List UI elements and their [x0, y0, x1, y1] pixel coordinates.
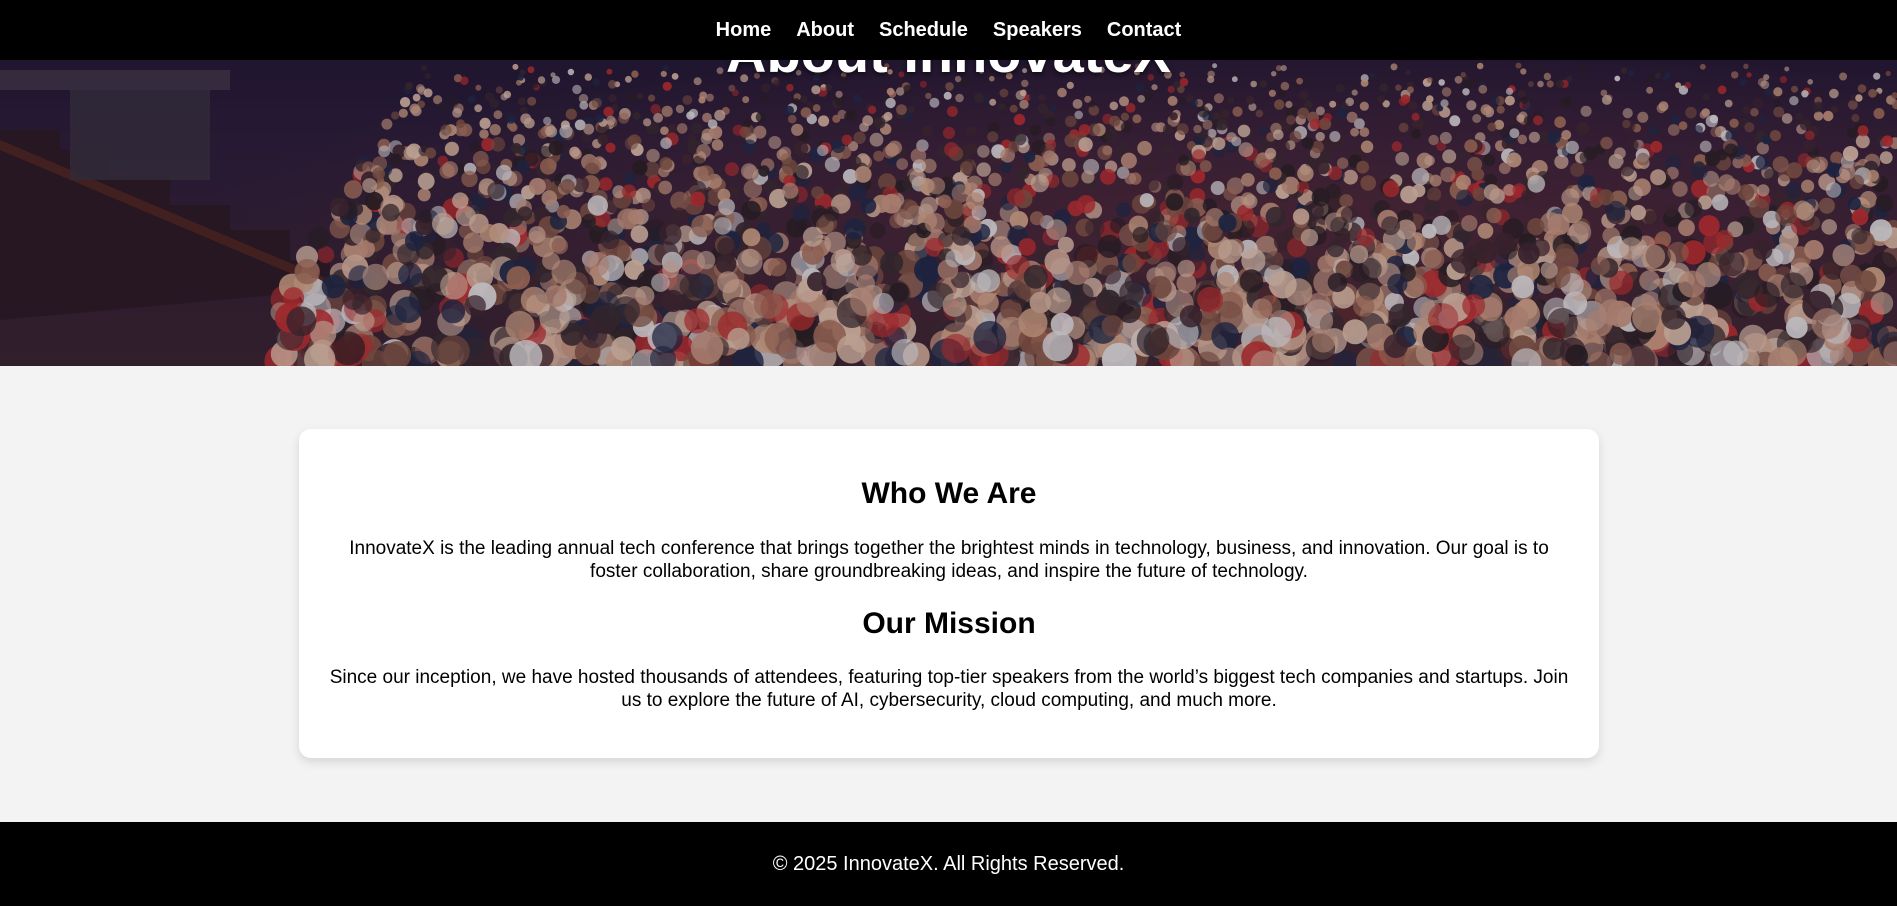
copyright-text: © 2025 InnovateX. All Rights Reserved. [772, 852, 1125, 875]
about-card: Who We Are InnovateX is the leading annu… [299, 429, 1599, 758]
nav-about-link[interactable]: About [796, 19, 854, 42]
nav-schedule-link[interactable]: Schedule [879, 19, 968, 42]
nav-contact-link[interactable]: Contact [1107, 19, 1181, 42]
nav-speakers-link[interactable]: Speakers [993, 19, 1082, 42]
our-mission-heading: Our Mission [862, 607, 1036, 640]
nav-home-link[interactable]: Home [716, 19, 772, 42]
our-mission-text: Since our inception, we have hosted thou… [329, 667, 1569, 711]
page-footer: © 2025 InnovateX. All Rights Reserved. [0, 822, 1897, 906]
who-we-are-heading: Who We Are [861, 477, 1037, 510]
who-we-are-text: InnovateX is the leading annual tech con… [349, 538, 1549, 582]
top-nav: Home About Schedule Speakers Contact [0, 0, 1897, 60]
